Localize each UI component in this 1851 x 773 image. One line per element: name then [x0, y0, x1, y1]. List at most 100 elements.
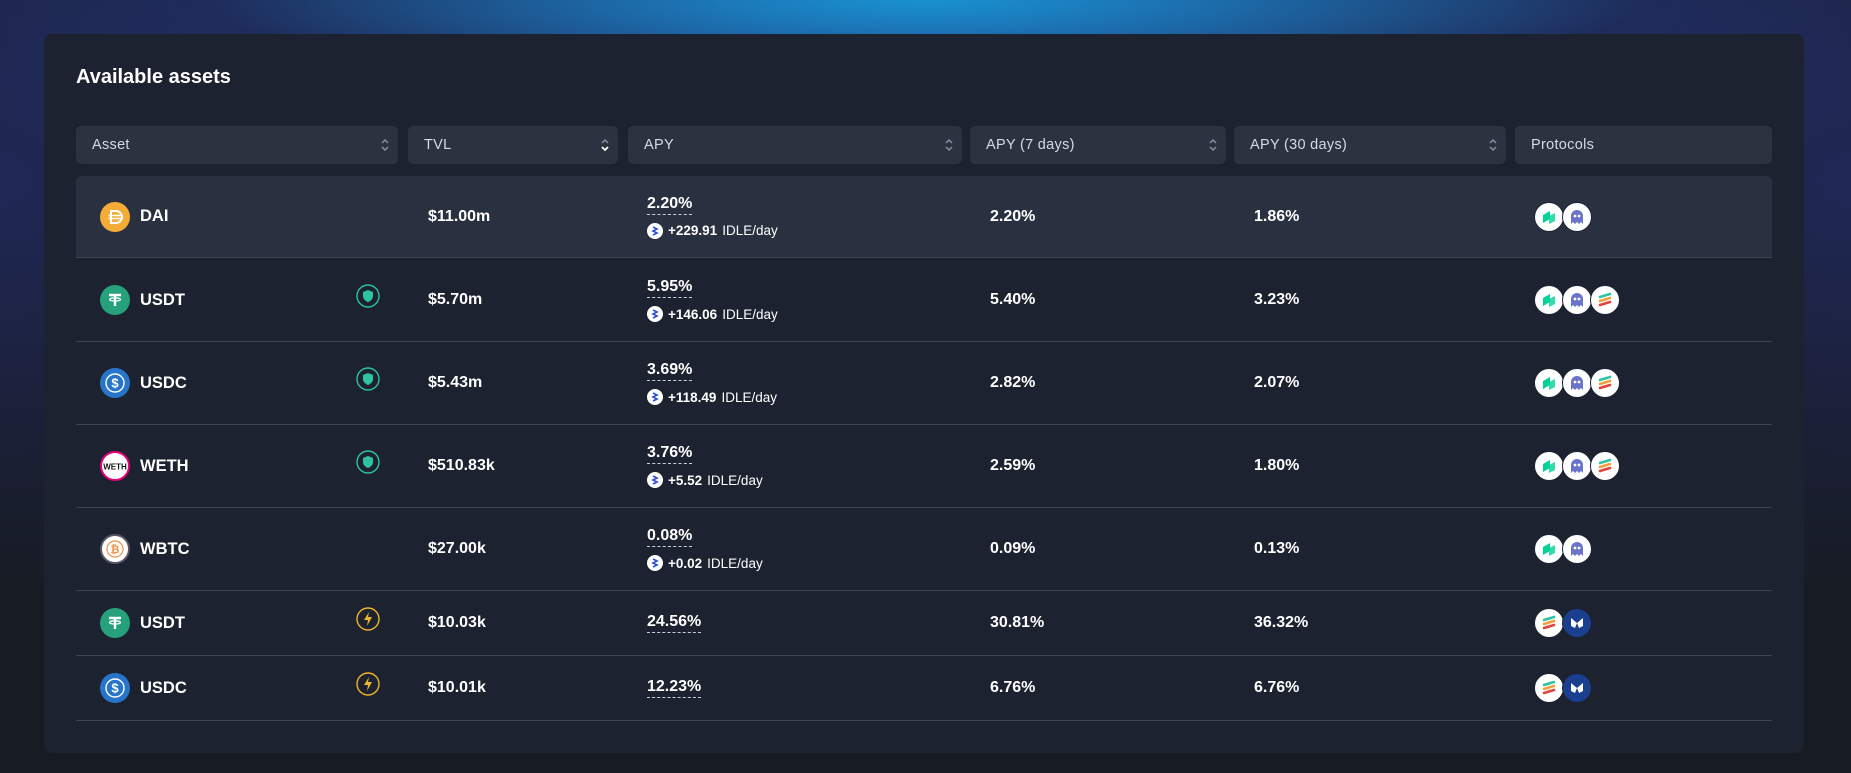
table-row[interactable]: $ USDC $10.01k 12.23% 6.76% 6.76%	[76, 656, 1772, 721]
apy-value[interactable]: 3.69%	[647, 361, 693, 381]
idle-reward: +146.06 IDLE/day	[647, 306, 778, 322]
column-header-label: APY	[644, 137, 674, 153]
idle-token-icon	[647, 222, 663, 239]
asset-name: WETH	[140, 456, 189, 475]
column-header-label: APY (30 days)	[1250, 137, 1348, 153]
tvl-value: $10.01k	[428, 679, 486, 696]
sort-icon[interactable]	[944, 136, 954, 154]
available-assets-panel: Available assets Asset TVL APY APY (7 da…	[44, 34, 1804, 753]
apy-value[interactable]: 0.08%	[647, 527, 693, 547]
compound-icon	[1534, 451, 1564, 481]
column-header-label: Protocols	[1531, 137, 1595, 153]
apy-30d-value: 1.86%	[1254, 207, 1300, 225]
apy-value[interactable]: 3.76%	[647, 444, 693, 464]
apy-7d-value: 2.59%	[990, 457, 1036, 474]
tvl-cell: $10.03k	[428, 591, 486, 655]
apy-7d-cell: 0.09%	[990, 508, 1035, 590]
protocols-cell	[1534, 342, 1620, 424]
table-row[interactable]: DAI $11.00m 2.20% +229.91 IDLE/day 2.20%…	[76, 176, 1772, 258]
clearpool-icon	[1534, 608, 1564, 638]
apy-30d-cell: 3.23%	[1254, 259, 1299, 341]
apy-30d-value: 1.80%	[1254, 457, 1300, 474]
apy-7d-value: 5.40%	[990, 291, 1036, 308]
tvl-value: $10.03k	[428, 614, 486, 631]
tvl-cell: $27.00k	[428, 508, 486, 590]
usdc-icon: $	[100, 673, 130, 703]
asset-cell: USDT	[100, 259, 185, 341]
apy-7d-cell: 30.81%	[990, 591, 1044, 655]
column-header-protocols: Protocols	[1515, 126, 1772, 164]
clearpool-icon	[1590, 451, 1620, 481]
wbtc-icon: ₿	[100, 534, 130, 564]
table-row[interactable]: USDT $5.70m 5.95% +146.06 IDLE/day 5.40%…	[76, 259, 1772, 342]
asset-name: DAI	[140, 207, 169, 225]
idle-amount: +118.49	[668, 389, 717, 405]
idle-amount: +5.52	[668, 472, 703, 488]
lightning-icon	[356, 607, 380, 631]
apy-7d-value: 2.20%	[990, 207, 1036, 225]
aave-icon	[1562, 285, 1592, 315]
column-header-apy[interactable]: APY	[628, 126, 962, 164]
sort-icon[interactable]	[1488, 136, 1498, 154]
asset-cell: DAI	[100, 176, 168, 257]
protocols-cell	[1534, 425, 1620, 507]
apy-value[interactable]: 12.23%	[647, 678, 702, 698]
apy-value[interactable]: 2.20%	[647, 195, 693, 215]
table-row[interactable]: USDT $10.03k 24.56% 30.81% 36.32%	[76, 591, 1772, 656]
asset-name: USDT	[140, 613, 185, 632]
usdt-icon	[100, 608, 130, 638]
asset-cell: WETH WETH	[100, 425, 189, 507]
column-header-apy-7d[interactable]: APY (7 days)	[970, 126, 1226, 164]
idle-unit: IDLE/day	[707, 555, 763, 571]
apy-cell: 2.20% +229.91 IDLE/day	[647, 176, 778, 257]
apy-30d-cell: 1.86%	[1254, 176, 1299, 257]
shield-icon	[356, 284, 380, 308]
idle-amount: +229.91	[668, 223, 718, 238]
compound-icon	[1534, 201, 1564, 232]
sort-desc-icon[interactable]	[600, 136, 610, 154]
idle-token-icon	[647, 472, 663, 488]
idle-token-icon	[647, 306, 663, 322]
apy-7d-cell: 2.20%	[990, 176, 1035, 257]
svg-text:WETH: WETH	[103, 463, 127, 472]
clearpool-icon	[1590, 285, 1620, 315]
morpho-icon	[1562, 608, 1592, 638]
column-header-label: Asset	[92, 137, 130, 153]
sort-icon[interactable]	[380, 136, 390, 154]
idle-unit: IDLE/day	[722, 223, 778, 238]
apy-7d-cell: 2.82%	[990, 342, 1035, 424]
table-row[interactable]: ₿ WBTC $27.00k 0.08% +0.02 IDLE/day 0.09…	[76, 508, 1772, 591]
idle-unit: IDLE/day	[721, 389, 777, 405]
panel-title: Available assets	[76, 66, 231, 88]
apy-7d-value: 30.81%	[990, 614, 1045, 631]
asset-name: WBTC	[140, 539, 190, 558]
table-row[interactable]: WETH WETH $510.83k 3.76% +5.52 IDLE/day …	[76, 425, 1772, 508]
asset-cell: USDT	[100, 591, 185, 655]
apy-cell: 3.76% +5.52 IDLE/day	[647, 425, 763, 507]
sort-icon[interactable]	[1208, 136, 1218, 154]
apy-value[interactable]: 5.95%	[647, 278, 693, 298]
apy-30d-cell: 2.07%	[1254, 342, 1299, 424]
apy-7d-value: 2.82%	[990, 374, 1036, 391]
column-header-asset[interactable]: Asset	[76, 126, 398, 164]
table-row[interactable]: $ USDC $5.43m 3.69% +118.49 IDLE/day 2.8…	[76, 342, 1772, 425]
asset-cell: ₿ WBTC	[100, 508, 189, 590]
compound-icon	[1534, 285, 1564, 315]
apy-value[interactable]: 24.56%	[647, 613, 702, 633]
idle-token-icon	[647, 389, 663, 405]
tvl-value: $11.00m	[428, 207, 491, 225]
asset-cell: $ USDC	[100, 656, 187, 720]
asset-name: USDC	[140, 373, 187, 392]
protocols-cell	[1534, 656, 1592, 720]
apy-30d-cell: 1.80%	[1254, 425, 1299, 507]
column-header-apy-30d[interactable]: APY (30 days)	[1234, 126, 1506, 164]
column-header-tvl[interactable]: TVL	[408, 126, 618, 164]
idle-unit: IDLE/day	[722, 306, 778, 322]
protocols-cell	[1534, 176, 1592, 257]
idle-reward: +0.02 IDLE/day	[647, 555, 763, 571]
tvl-cell: $10.01k	[428, 656, 486, 720]
table-header: Asset TVL APY APY (7 days) APY (30 days)…	[76, 126, 1772, 164]
asset-name: USDT	[140, 290, 185, 309]
aave-icon	[1562, 368, 1592, 398]
idle-amount: +0.02	[668, 555, 703, 571]
